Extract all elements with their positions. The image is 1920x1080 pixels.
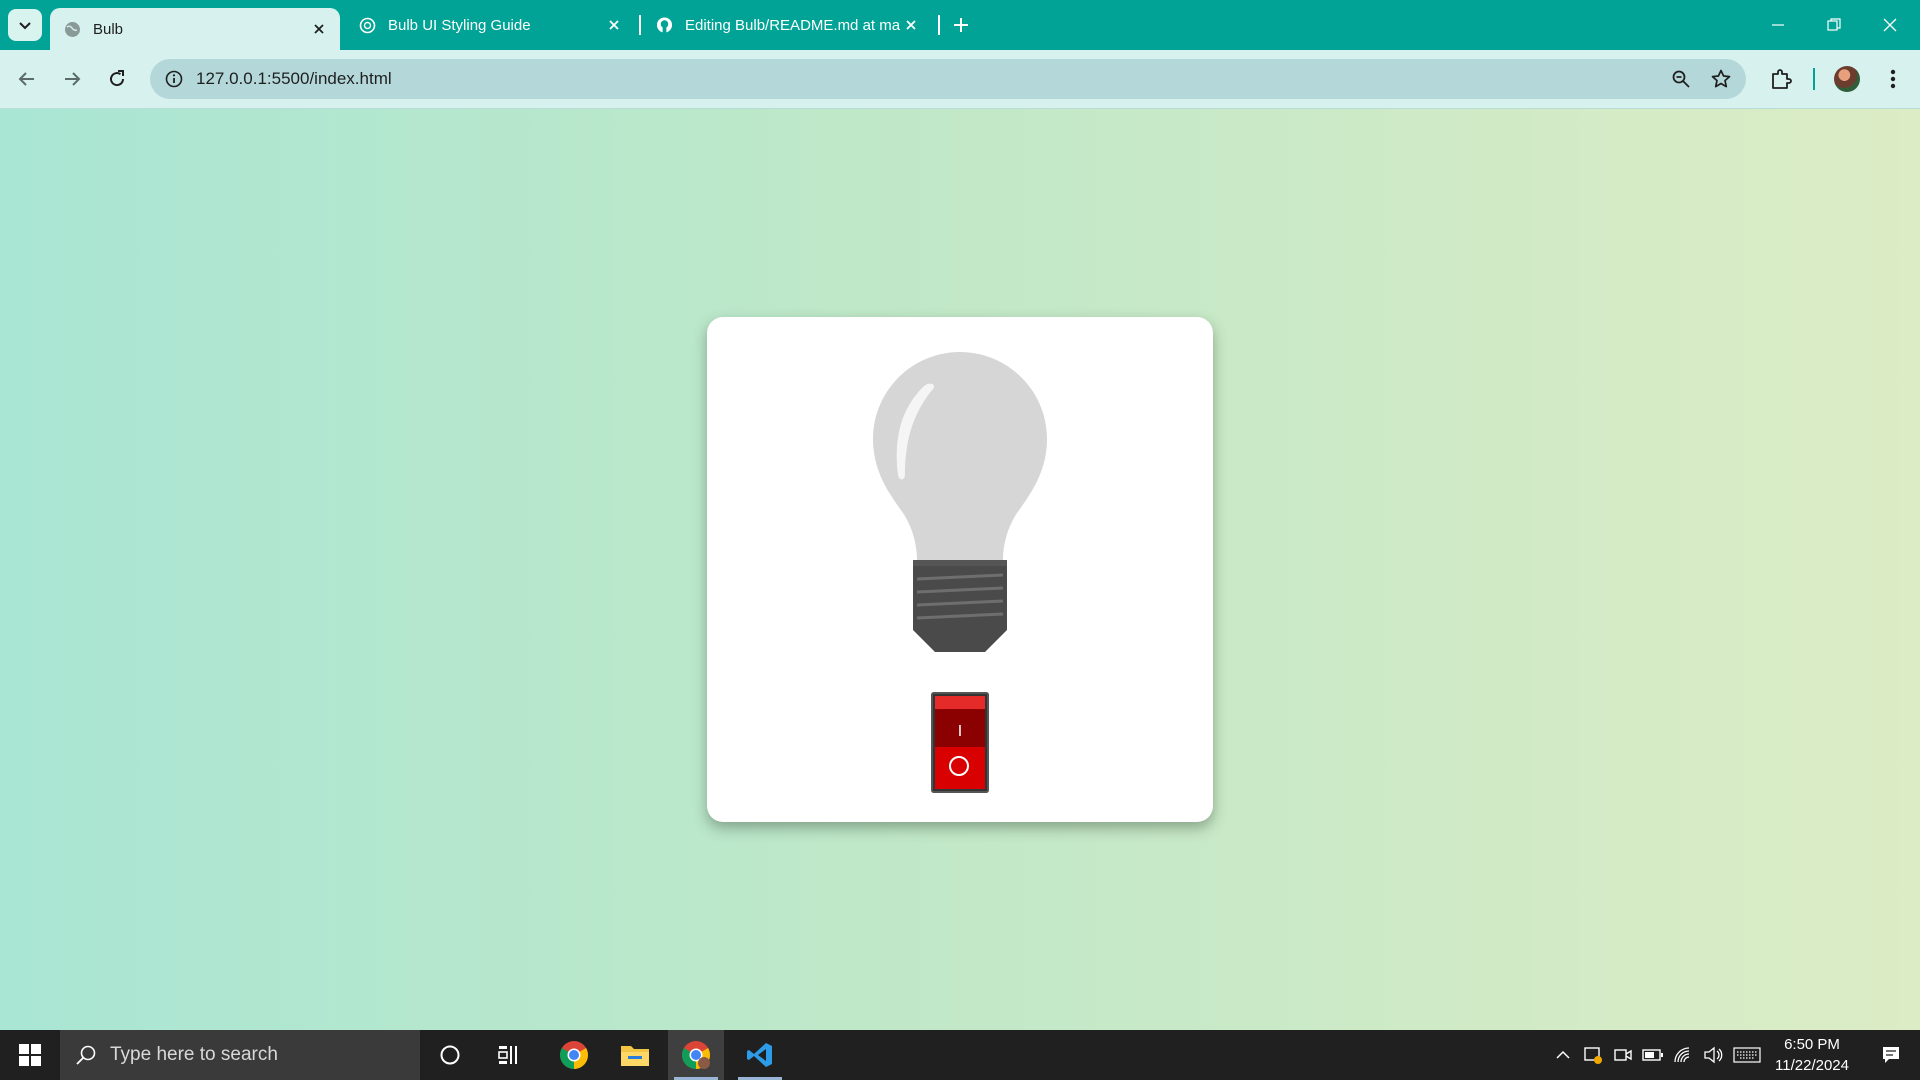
minimize-button[interactable] — [1750, 0, 1806, 50]
toolbar-separator — [1813, 68, 1815, 90]
site-info-icon[interactable] — [164, 69, 184, 89]
tab-bulb[interactable]: Bulb — [50, 8, 340, 50]
vscode-icon — [747, 1043, 772, 1067]
zoom-icon[interactable] — [1666, 64, 1696, 94]
volume-tray-button[interactable] — [1698, 1030, 1728, 1080]
minimize-icon — [1772, 24, 1784, 26]
tab-title: Bulb — [93, 20, 124, 38]
wifi-icon — [1674, 1047, 1690, 1063]
tab-search-button[interactable] — [8, 9, 42, 41]
browser-tab-strip: Bulb Bulb UI Styling Guide Editing Bulb/… — [0, 0, 1920, 50]
arrow-right-icon — [65, 72, 81, 86]
restore-button[interactable] — [1806, 0, 1862, 50]
reload-icon — [110, 70, 125, 87]
tab-separator — [938, 15, 940, 35]
action-center-button[interactable] — [1866, 1030, 1916, 1080]
task-view-button[interactable] — [482, 1030, 538, 1080]
close-window-button[interactable] — [1862, 0, 1918, 50]
battery-icon — [1642, 1049, 1663, 1061]
switch-rocker[interactable]: I — [935, 696, 985, 789]
switch-on-label: I — [957, 723, 963, 740]
search-placeholder: Type here to search — [110, 1044, 278, 1065]
bookmark-star-icon[interactable] — [1706, 64, 1736, 94]
extensions-button[interactable] — [1764, 62, 1798, 96]
browser-toolbar: 127.0.0.1:5500/index.html — [0, 50, 1920, 109]
github-icon — [656, 17, 673, 34]
chrome-taskbar-button[interactable] — [546, 1030, 602, 1080]
reload-button[interactable] — [100, 62, 134, 96]
chrome-profile-icon — [682, 1041, 710, 1069]
new-tab-button[interactable] — [948, 12, 974, 38]
chrome-profile-taskbar-button[interactable] — [668, 1030, 724, 1080]
speaker-icon — [1704, 1046, 1723, 1064]
windows-logo-icon — [19, 1044, 41, 1066]
clock-date: 11/22/2024 — [1775, 1057, 1849, 1074]
back-button[interactable] — [10, 62, 44, 96]
task-view-icon — [498, 1046, 517, 1064]
defender-icon — [1584, 1047, 1602, 1064]
lightbulb-icon — [873, 352, 1047, 652]
notification-icon — [1883, 1047, 1899, 1063]
tab-styling-guide[interactable]: Bulb UI Styling Guide — [345, 0, 635, 50]
restore-icon — [1827, 18, 1841, 31]
chevron-up-icon — [1556, 1050, 1570, 1059]
show-hidden-icons-button[interactable] — [1548, 1030, 1578, 1080]
arrow-left-icon — [18, 72, 34, 86]
tab-title: Editing Bulb/README.md at ma — [685, 16, 900, 34]
search-icon — [74, 1043, 98, 1067]
close-tab-icon[interactable] — [603, 14, 625, 36]
security-tray-button[interactable] — [1578, 1030, 1608, 1080]
meet-now-tray-button[interactable] — [1608, 1030, 1638, 1080]
plus-icon — [954, 18, 968, 32]
url-text: 127.0.0.1:5500/index.html — [196, 69, 392, 88]
tab-separator — [639, 15, 641, 35]
network-tray-button[interactable] — [1668, 1030, 1698, 1080]
more-vertical-icon — [1890, 69, 1896, 89]
globe-icon — [64, 21, 81, 38]
page-viewport: I — [0, 109, 1920, 1030]
taskbar-clock[interactable]: 6:50 PM 11/22/2024 — [1764, 1034, 1860, 1076]
clock-time: 6:50 PM — [1784, 1036, 1840, 1053]
bulb-card: I — [707, 317, 1213, 822]
battery-tray-button[interactable] — [1638, 1030, 1668, 1080]
chevron-down-icon — [19, 22, 31, 30]
windows-taskbar: Type here to search 6:50 PM 11/22/2024 — [0, 1030, 1920, 1080]
taskbar-search-box[interactable]: Type here to search — [60, 1030, 420, 1080]
camera-icon — [1614, 1049, 1632, 1061]
vscode-taskbar-button[interactable] — [732, 1030, 788, 1080]
power-switch[interactable]: I — [931, 692, 989, 793]
start-button[interactable] — [0, 1030, 60, 1080]
forward-button[interactable] — [55, 62, 89, 96]
chatgpt-icon — [359, 17, 376, 34]
puzzle-icon — [1772, 69, 1792, 89]
close-tab-icon[interactable] — [900, 14, 922, 36]
keyboard-icon — [1733, 1047, 1761, 1063]
close-tab-icon[interactable] — [308, 18, 330, 40]
touch-keyboard-button[interactable] — [1732, 1030, 1762, 1080]
chrome-icon — [560, 1041, 588, 1069]
cortana-button[interactable] — [422, 1030, 478, 1080]
tab-github-readme[interactable]: Editing Bulb/README.md at ma — [642, 0, 932, 50]
file-explorer-button[interactable] — [607, 1030, 663, 1080]
switch-off-symbol — [949, 756, 969, 776]
address-bar[interactable]: 127.0.0.1:5500/index.html — [150, 59, 1746, 99]
browser-menu-button[interactable] — [1876, 62, 1910, 96]
tab-title: Bulb UI Styling Guide — [388, 16, 531, 34]
close-icon — [1883, 18, 1897, 32]
cortana-icon — [440, 1045, 460, 1065]
file-explorer-icon — [621, 1046, 649, 1066]
profile-avatar[interactable] — [1834, 66, 1860, 92]
